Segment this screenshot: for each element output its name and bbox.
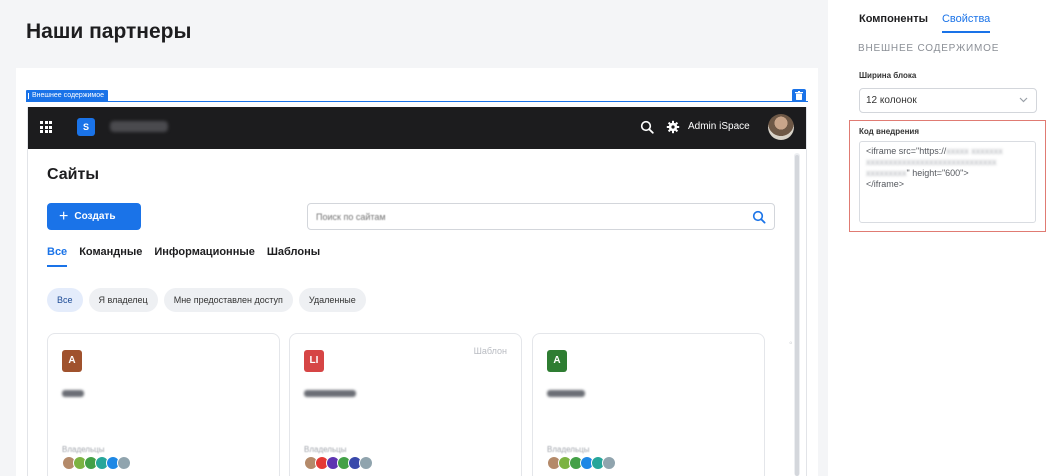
- scrollbar-thumb[interactable]: [795, 155, 799, 476]
- filter-chips: Все Я владелец Мне предоставлен доступ У…: [47, 288, 366, 312]
- user-name[interactable]: Admin iSpace: [688, 121, 750, 132]
- create-button-label: Создать: [74, 211, 116, 222]
- chevron-down-icon: [1019, 97, 1028, 103]
- sites-search[interactable]: [307, 203, 775, 230]
- code-start: <iframe src="https://: [866, 146, 947, 156]
- owners-avatars: [547, 456, 616, 470]
- trash-icon: [795, 91, 803, 100]
- tab-templates[interactable]: Шаблоны: [267, 246, 320, 258]
- embed-code-label: Код внедрения: [859, 127, 919, 136]
- app-name-blurred: [110, 121, 168, 132]
- plus-icon: +: [59, 207, 69, 225]
- code-close: </iframe>: [866, 179, 905, 189]
- site-tile: LI: [304, 350, 324, 372]
- block-selection-outline: [26, 101, 808, 102]
- panel-tabs: Компоненты Свойства: [859, 13, 991, 33]
- app-logo[interactable]: S: [77, 118, 95, 136]
- create-button[interactable]: + Создать: [47, 203, 141, 230]
- embedded-app: S Admin iSpace Сайты + Создать Поиск по …: [27, 107, 807, 476]
- width-select[interactable]: 12 колонок: [859, 88, 1037, 113]
- site-tile: A: [62, 350, 82, 372]
- owners-avatars: [62, 456, 131, 470]
- site-card[interactable]: A Владельцы: [47, 333, 280, 476]
- editor-canvas: Наши партнеры Внешнее содержимое S Admin…: [0, 0, 828, 476]
- sites-tabs: Все Командные Информационные Шаблоны: [47, 246, 320, 267]
- page-root: Наши партнеры Внешнее содержимое S Admin…: [0, 0, 1051, 476]
- site-name-blurred: [304, 390, 356, 397]
- tab-all[interactable]: Все: [47, 246, 68, 267]
- width-select-value: 12 колонок: [866, 95, 917, 106]
- owners-label: Владельцы: [304, 445, 347, 454]
- page-title: Наши партнеры: [26, 20, 192, 43]
- gear-icon[interactable]: [666, 120, 680, 134]
- section-title: ВНЕШНЕЕ СОДЕРЖИМОЕ: [858, 43, 1000, 54]
- filter-chip-owner[interactable]: Я владелец: [88, 288, 158, 312]
- sites-heading: Сайты: [47, 166, 99, 183]
- search-icon[interactable]: [640, 120, 654, 134]
- tab-components[interactable]: Компоненты: [859, 13, 928, 25]
- embed-code-field[interactable]: <iframe src="https://xxxxx xxxxxxx xxxxx…: [859, 141, 1036, 223]
- code-end: " height="600">: [906, 168, 969, 178]
- site-name-blurred: [62, 390, 84, 397]
- filter-chip-deleted[interactable]: Удаленные: [298, 288, 366, 312]
- properties-panel: Компоненты Свойства ВНЕШНЕЕ СОДЕРЖИМОЕ Ш…: [828, 0, 1051, 476]
- site-name-blurred: [547, 390, 585, 397]
- tab-properties[interactable]: Свойства: [941, 13, 991, 33]
- app-topbar: S Admin iSpace: [28, 107, 806, 149]
- apps-grid-icon[interactable]: [40, 121, 52, 133]
- more-icon[interactable]: ◦: [789, 338, 793, 349]
- owners-label: Владельцы: [62, 445, 105, 454]
- tab-info[interactable]: Информационные: [154, 246, 254, 258]
- width-label: Ширина блока: [859, 71, 917, 80]
- filter-chip-all[interactable]: Все: [47, 288, 83, 312]
- filter-chip-shared[interactable]: Мне предоставлен доступ: [163, 288, 293, 312]
- avatar[interactable]: [768, 114, 794, 140]
- owners-label: Владельцы: [547, 445, 590, 454]
- search-icon[interactable]: [752, 210, 766, 224]
- site-card[interactable]: LI Шаблон Владельцы: [289, 333, 522, 476]
- sites-search-input[interactable]: [316, 209, 736, 224]
- site-card[interactable]: A Владельцы: [532, 333, 765, 476]
- site-tile: A: [547, 350, 567, 372]
- owners-avatars: [304, 456, 373, 470]
- tab-team[interactable]: Командные: [79, 246, 142, 258]
- template-badge: Шаблон: [473, 346, 507, 356]
- delete-block-button[interactable]: [792, 89, 806, 102]
